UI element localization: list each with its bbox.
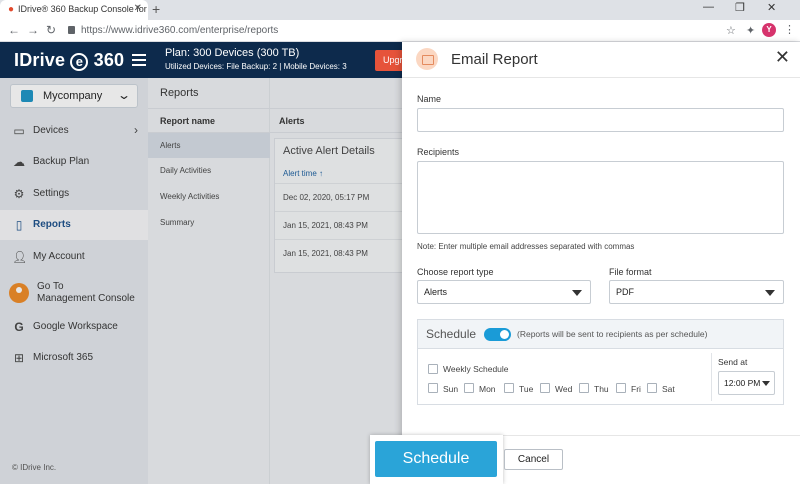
file-format-label: File format	[609, 267, 652, 277]
url-text: https://www.idrive360.com/enterprise/rep…	[81, 25, 279, 36]
report-type-select[interactable]: Alerts	[417, 280, 591, 304]
day-checkbox-sun[interactable]	[428, 383, 438, 393]
day-label-sun: Sun	[443, 384, 459, 394]
caret-down-icon	[572, 290, 582, 296]
url-field[interactable]: https://www.idrive360.com/enterprise/rep…	[68, 23, 728, 39]
new-tab-icon[interactable]: +	[152, 1, 160, 17]
cancel-button[interactable]: Cancel	[504, 449, 563, 470]
modal-header: Email Report ✕	[402, 42, 800, 78]
close-icon[interactable]: ✕	[775, 47, 790, 68]
browser-addressbar: ← → ↻ https://www.idrive360.com/enterpri…	[0, 20, 800, 42]
name-label: Name	[417, 94, 442, 104]
file-format-value: PDF	[616, 287, 634, 297]
back-icon[interactable]: ←	[8, 23, 20, 37]
send-at-label: Send at	[718, 357, 748, 367]
lock-icon	[68, 26, 75, 34]
report-type-value: Alerts	[424, 287, 448, 297]
modal-title: Email Report	[451, 51, 538, 68]
schedule-title: Schedule	[426, 327, 477, 341]
weekly-schedule-checkbox[interactable]	[428, 364, 438, 374]
day-label-sat: Sat	[662, 384, 675, 394]
email-report-modal: Email Report ✕ Name Recipients Note: Ent…	[402, 42, 800, 484]
schedule-button[interactable]: Schedule	[375, 441, 497, 477]
modal-backdrop[interactable]	[0, 78, 402, 484]
browser-tab[interactable]: ● IDrive® 360 Backup Console for ✕	[0, 0, 148, 20]
tab-title: IDrive® 360 Backup Console for	[18, 4, 147, 14]
file-format-select[interactable]: PDF	[609, 280, 784, 304]
caret-down-icon	[765, 290, 775, 296]
idrive-logo[interactable]: IDrive e 360	[14, 50, 124, 71]
browser-tabbar: ● IDrive® 360 Backup Console for ✕ + — ❐ …	[0, 0, 800, 20]
day-checkbox-thu[interactable]	[579, 383, 589, 393]
day-label-fri: Fri	[631, 384, 641, 394]
schedule-note: (Reports will be sent to recipients as p…	[517, 329, 708, 339]
report-type-label: Choose report type	[417, 267, 494, 277]
browser-menu-icon[interactable]: ⋮	[784, 23, 795, 36]
send-at-value: 12:00 PM	[724, 378, 761, 388]
plan-info: Plan: 300 Devices (300 TB)	[165, 47, 300, 59]
tab-close-icon[interactable]: ✕	[134, 3, 142, 14]
day-label-tue: Tue	[519, 384, 534, 394]
recipients-textarea[interactable]	[417, 161, 784, 234]
name-input[interactable]	[417, 108, 784, 132]
send-at-select[interactable]: 12:00 PM	[718, 371, 775, 395]
schedule-header: Schedule (Reports will be sent to recipi…	[418, 320, 783, 349]
hamburger-menu-icon[interactable]	[132, 54, 146, 66]
day-checkbox-tue[interactable]	[504, 383, 514, 393]
profile-avatar[interactable]: Y	[762, 23, 776, 37]
logo-e: e	[70, 53, 89, 71]
maximize-icon[interactable]: ❐	[735, 1, 745, 14]
recipients-note: Note: Enter multiple email addresses sep…	[417, 242, 635, 251]
day-checkbox-fri[interactable]	[616, 383, 626, 393]
schedule-button-highlight: Schedule	[370, 435, 503, 484]
weekly-schedule-label: Weekly Schedule	[443, 364, 509, 374]
divider	[711, 353, 712, 401]
caret-down-icon	[762, 381, 770, 386]
recipients-label: Recipients	[417, 147, 460, 157]
minimize-icon[interactable]: —	[703, 1, 714, 13]
upgrade-button[interactable]: Upgrade	[375, 50, 405, 71]
day-checkbox-wed[interactable]	[540, 383, 550, 393]
day-label-wed: Wed	[555, 384, 573, 394]
schedule-toggle[interactable]	[484, 328, 511, 341]
bookmark-star-icon[interactable]: ☆	[726, 24, 736, 37]
day-label-thu: Thu	[594, 384, 609, 394]
plan-usage: Utilized Devices: File Backup: 2 | Mobil…	[165, 62, 347, 71]
logo-text: IDrive	[14, 50, 66, 70]
day-label-mon: Mon	[479, 384, 496, 394]
logo-suffix: 360	[93, 50, 125, 70]
email-icon	[416, 48, 438, 70]
reload-icon[interactable]: ↻	[46, 23, 56, 37]
forward-icon[interactable]: →	[27, 23, 39, 37]
schedule-box: Schedule (Reports will be sent to recipi…	[417, 319, 784, 405]
idrive-favicon-icon: ●	[8, 4, 15, 15]
window-close-icon[interactable]: ✕	[767, 1, 776, 14]
extensions-icon[interactable]: ✦	[746, 24, 755, 37]
day-checkbox-sat[interactable]	[647, 383, 657, 393]
day-checkbox-mon[interactable]	[464, 383, 474, 393]
